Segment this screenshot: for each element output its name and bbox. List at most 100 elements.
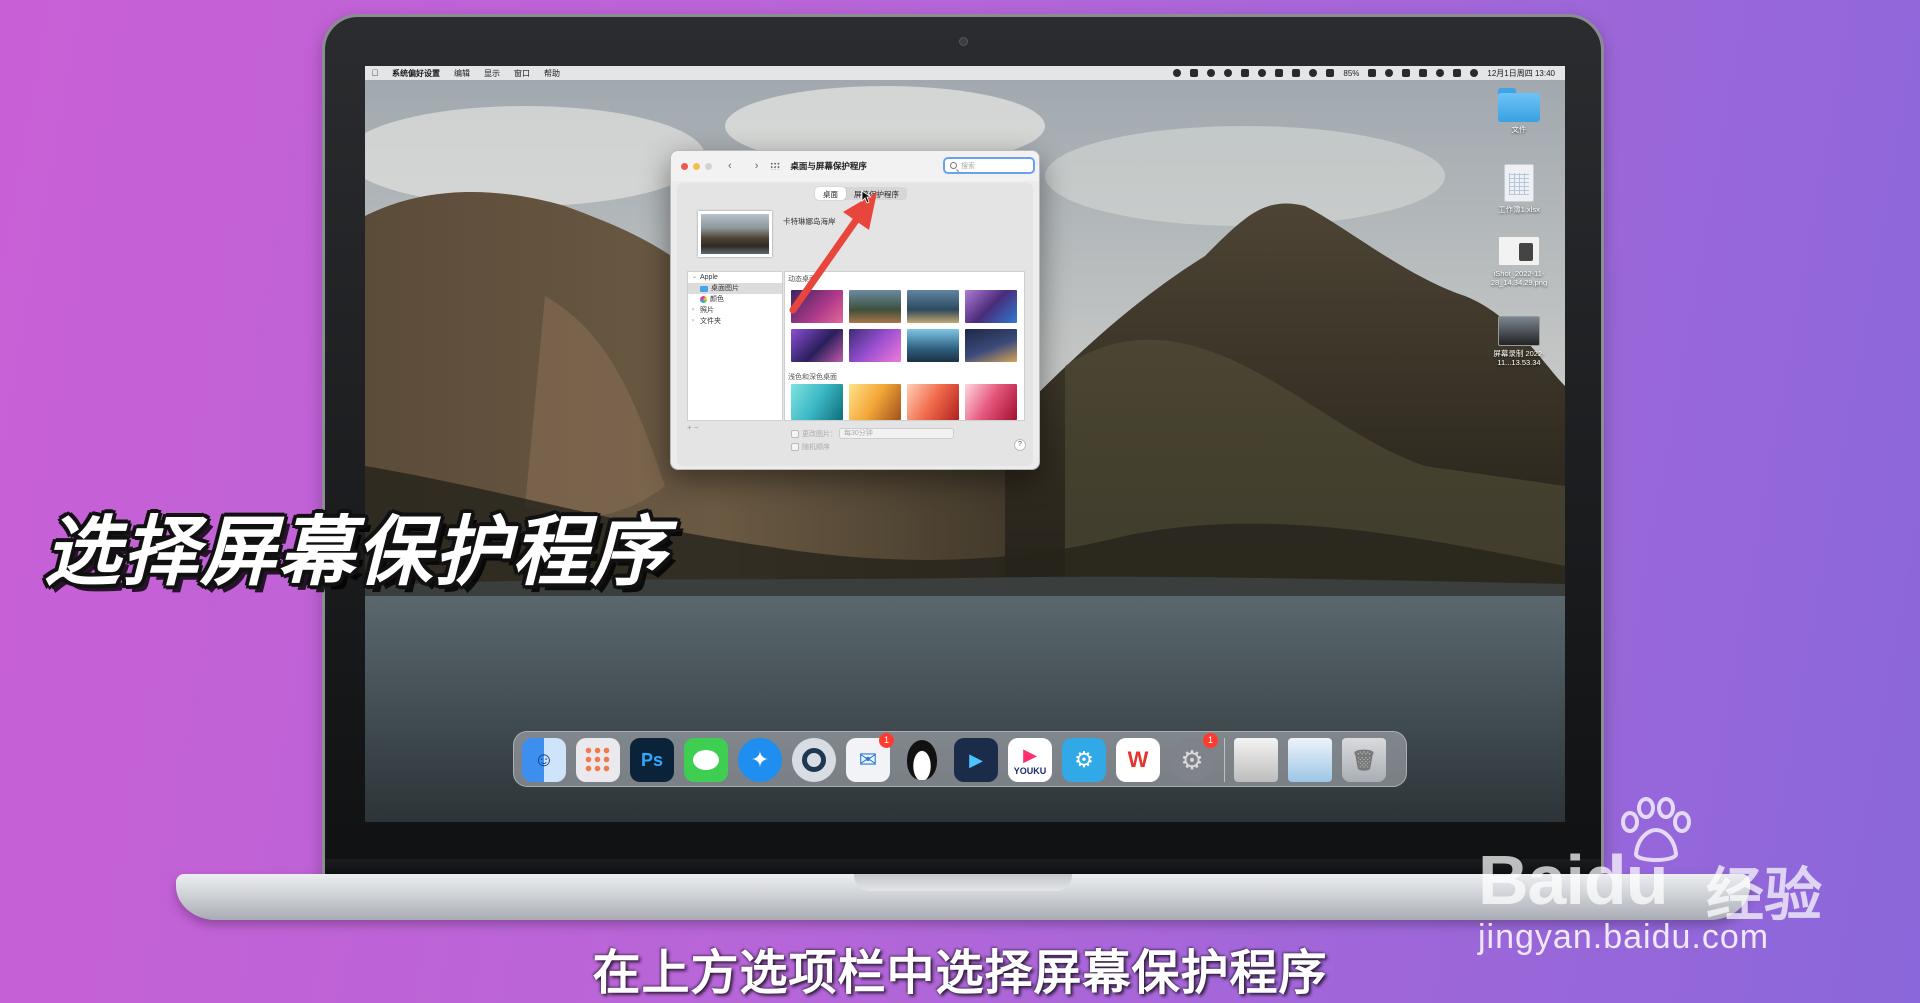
menu-edit[interactable]: 编辑	[447, 68, 477, 79]
change-picture-checkbox[interactable]	[791, 430, 799, 438]
wallpaper-thumb[interactable]	[907, 329, 959, 362]
mic-status-icon[interactable]	[1224, 69, 1233, 77]
search-field[interactable]: 搜索	[943, 157, 1035, 174]
change-picture-option[interactable]: 更改图片：	[791, 429, 837, 439]
dock-qq[interactable]	[900, 738, 944, 782]
dock-window-thumb-1[interactable]	[1234, 738, 1278, 782]
bluetooth-icon[interactable]	[1326, 69, 1335, 77]
battery-icon[interactable]	[1368, 69, 1377, 77]
random-order-option[interactable]: 随机顺序	[791, 442, 830, 452]
search-placeholder: 搜索	[961, 162, 975, 170]
dock-photoshop[interactable]: Ps	[630, 738, 674, 782]
dock-youku[interactable]: ▶ YOUKU	[1008, 738, 1052, 782]
qq-penguin-icon	[907, 740, 937, 780]
sync-status-icon[interactable]	[1207, 69, 1216, 77]
dock-system-preferences[interactable]: ⚙ 1	[1170, 733, 1218, 782]
bolt-status-icon[interactable]	[1292, 69, 1301, 77]
control-center-icon[interactable]	[1453, 69, 1462, 77]
source-group-folders[interactable]: › 文件夹	[688, 316, 782, 327]
dock-messages[interactable]	[684, 738, 728, 782]
subtitle-caption: 在上方选项栏中选择屏幕保护程序	[592, 945, 1328, 1001]
change-picture-label: 更改图片：	[802, 431, 837, 438]
source-group-label: Apple	[700, 274, 718, 281]
menu-app-name[interactable]: 系统偏好设置	[385, 68, 447, 79]
dock-quicktime[interactable]	[792, 738, 836, 782]
image-file-icon	[1498, 236, 1540, 266]
desktop-folder[interactable]: 文件	[1483, 88, 1555, 134]
desktop-recording[interactable]: 屏幕录制 2022-11...13.53.34	[1483, 316, 1555, 367]
step-title: 选择屏幕保护程序	[44, 507, 668, 596]
menu-bar:  系统偏好设置 编辑 显示 窗口 帮助 85%	[365, 66, 1565, 80]
show-all-grid-icon[interactable]	[770, 162, 781, 170]
disclosure-closed-icon: ›	[692, 318, 694, 324]
photoshop-label: Ps	[640, 749, 664, 770]
wallpaper-thumb[interactable]	[965, 290, 1017, 323]
source-group-photos[interactable]: › 照片	[688, 305, 782, 316]
dock-finder[interactable]: ☺	[522, 738, 566, 782]
minimize-button[interactable]	[693, 162, 700, 170]
zoom-button[interactable]	[705, 162, 712, 170]
spreadsheet-file-icon	[1504, 164, 1534, 202]
source-group-label: 照片	[700, 307, 714, 314]
wallpaper-thumb[interactable]	[965, 329, 1017, 362]
mouse-cursor-icon	[861, 190, 871, 204]
source-group-apple[interactable]: ⌄ Apple	[688, 272, 782, 283]
wifi-icon[interactable]	[1385, 69, 1394, 77]
youku-play-icon: ▶	[1023, 744, 1037, 765]
add-remove-buttons[interactable]: + −	[687, 423, 699, 432]
watermark-brand: Baidu	[1478, 841, 1668, 919]
wallpaper-thumb[interactable]	[849, 384, 901, 420]
gallery-section-light-dark: 浅色和深色桌面	[788, 374, 837, 381]
laptop-lid:  系统偏好设置 编辑 显示 窗口 帮助 85%	[322, 14, 1604, 882]
dock-divider	[1224, 738, 1225, 782]
source-item-desktop-pictures[interactable]: 桌面图片	[688, 283, 782, 294]
siri-icon[interactable]	[1470, 69, 1479, 77]
input-method-icon[interactable]	[1419, 69, 1428, 77]
dock-mail[interactable]: ✉ 1	[846, 733, 894, 782]
apple-menu-icon[interactable]: 	[365, 68, 385, 78]
desktop-screenshot-label: iShot_2022-11-28_14.34.29.png	[1490, 269, 1548, 287]
wallpaper-thumb[interactable]	[849, 329, 901, 362]
mail-icon: ✉	[858, 747, 878, 772]
dock-trash[interactable]: 🗑	[1342, 738, 1386, 782]
window-title: 桌面与屏幕保护程序	[790, 161, 867, 171]
help-button[interactable]: ?	[1014, 439, 1026, 451]
desktop-spreadsheet[interactable]: 工作簿1.xlsx	[1483, 164, 1555, 214]
record-icon[interactable]	[1173, 69, 1182, 77]
menu-clock[interactable]: 12月1日周四 13:40	[1487, 68, 1555, 79]
clock-status-icon[interactable]	[1258, 69, 1267, 77]
source-list: ⌄ Apple 桌面图片 颜色 › 照片 › 文件夹	[687, 271, 783, 421]
dock-robot-app[interactable]: ⚙	[1062, 738, 1106, 782]
robot-icon: ⚙	[1074, 747, 1094, 772]
menu-help[interactable]: 帮助	[537, 68, 567, 79]
wallpaper-thumb[interactable]	[965, 384, 1017, 420]
dock-window-thumb-2[interactable]	[1288, 738, 1332, 782]
user-status-icon[interactable]	[1309, 69, 1318, 77]
cloud-status-icon[interactable]	[1241, 69, 1250, 77]
traffic-lights	[671, 162, 712, 170]
menu-view[interactable]: 显示	[477, 68, 507, 79]
dock-launchpad[interactable]	[576, 738, 620, 782]
user-icon[interactable]	[1402, 69, 1411, 77]
disclosure-closed-icon: ›	[692, 307, 694, 313]
wechat-status-icon[interactable]	[1190, 69, 1199, 77]
wallpaper-thumb[interactable]	[907, 290, 959, 323]
back-forward-icon[interactable]: ‹ ›	[728, 160, 768, 172]
wallpaper-thumb[interactable]	[907, 384, 959, 420]
source-item-colors[interactable]: 颜色	[688, 294, 782, 305]
dock-wps[interactable]: W	[1116, 738, 1160, 782]
close-button[interactable]	[681, 162, 688, 170]
dock-safari[interactable]: ✦	[738, 738, 782, 782]
interval-select[interactable]: 每30分钟	[839, 428, 954, 439]
wallpaper-preview	[698, 211, 772, 257]
random-order-checkbox[interactable]	[791, 443, 799, 451]
alert-status-icon[interactable]	[1275, 69, 1284, 77]
wallpaper-thumb[interactable]	[791, 384, 843, 420]
wallpaper-thumb[interactable]	[791, 329, 843, 362]
finder-icon: ☺	[533, 748, 555, 771]
dock-video-player[interactable]: ▶	[954, 738, 998, 782]
spotlight-icon[interactable]	[1436, 69, 1445, 77]
trash-icon: 🗑	[1351, 749, 1377, 772]
menu-window[interactable]: 窗口	[507, 68, 537, 79]
desktop-screenshot[interactable]: iShot_2022-11-28_14.34.29.png	[1483, 236, 1555, 287]
